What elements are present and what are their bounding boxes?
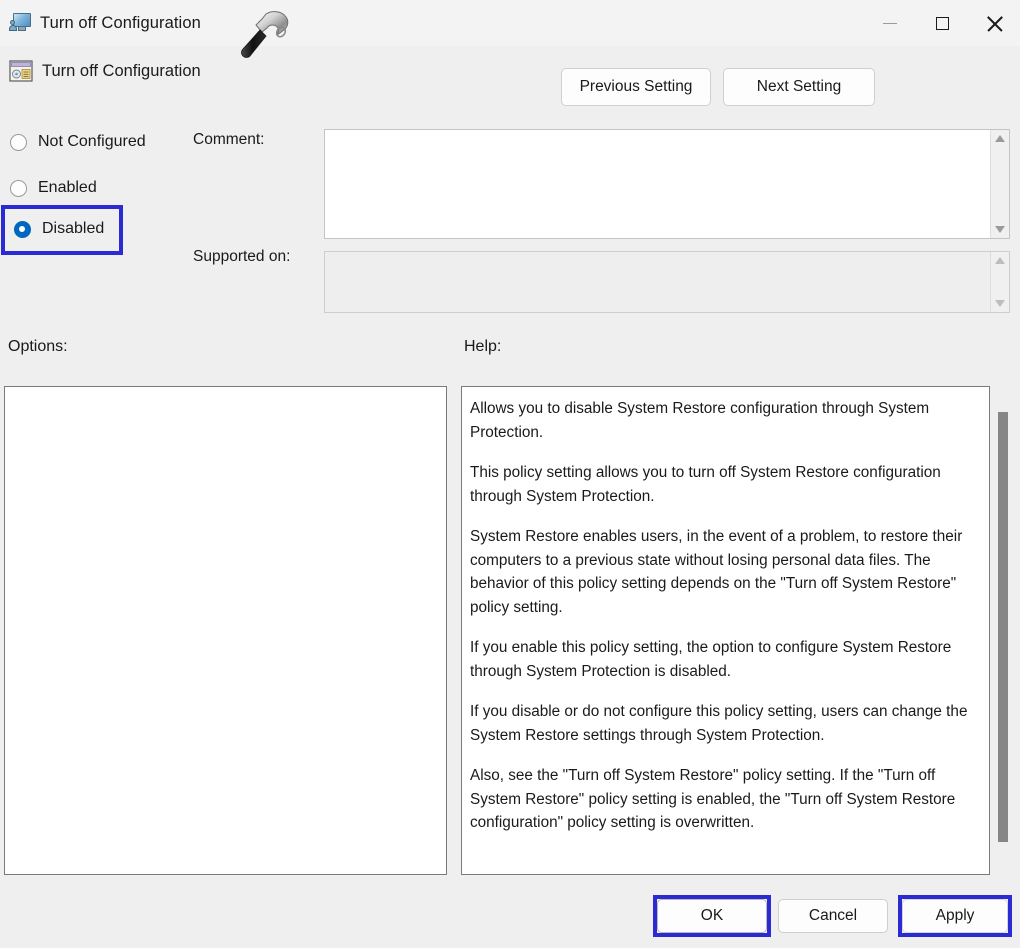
cancel-button[interactable]: Cancel — [778, 899, 888, 933]
title-bar: Turn off Configuration — [0, 0, 1020, 46]
help-text: Allows you to disable System Restore con… — [470, 397, 976, 835]
setting-title: Turn off Configuration — [42, 60, 201, 82]
radio-circle-selected-icon — [14, 221, 31, 238]
options-label: Options: — [8, 338, 68, 356]
close-icon — [986, 15, 1003, 32]
help-paragraph: This policy setting allows you to turn o… — [470, 461, 976, 508]
supported-on-label: Supported on: — [193, 248, 290, 266]
close-button[interactable] — [968, 0, 1020, 46]
help-paragraph: If you enable this policy setting, the o… — [470, 636, 976, 683]
comment-scrollbar[interactable] — [990, 130, 1009, 238]
ok-button[interactable]: OK — [657, 899, 767, 933]
options-pane[interactable] — [4, 386, 447, 875]
window-controls — [864, 0, 1020, 46]
help-paragraph: Also, see the "Turn off System Restore" … — [470, 764, 976, 835]
scroll-down-icon[interactable] — [995, 226, 1005, 233]
setting-header: Turn off Configuration Previous Setting … — [0, 46, 1020, 110]
supported-on-scrollbar — [990, 252, 1009, 312]
radio-circle-icon — [10, 180, 27, 197]
comment-label: Comment: — [193, 131, 265, 149]
computer-user-policy-icon — [9, 13, 31, 33]
supported-on-value — [325, 252, 990, 312]
window-title: Turn off Configuration — [40, 14, 201, 33]
help-paragraph: If you disable or do not configure this … — [470, 700, 976, 747]
radio-not-configured[interactable]: Not Configured — [10, 129, 146, 155]
radio-label: Disabled — [42, 220, 104, 238]
scroll-up-icon[interactable] — [995, 135, 1005, 142]
policy-setting-dialog: Turn off Configuration — [0, 0, 1020, 948]
maximize-icon — [936, 17, 949, 30]
maximize-button[interactable] — [916, 0, 968, 46]
comment-input[interactable] — [325, 130, 990, 238]
help-scrollbar[interactable] — [996, 386, 1010, 875]
radio-disabled[interactable]: Disabled — [14, 216, 104, 242]
radio-label: Enabled — [38, 179, 97, 197]
next-setting-button[interactable]: Next Setting — [723, 68, 875, 106]
minimize-button[interactable] — [864, 0, 916, 46]
help-label: Help: — [464, 338, 501, 356]
scroll-down-icon — [995, 300, 1005, 307]
radio-label: Not Configured — [38, 133, 146, 151]
supported-on-box — [324, 251, 1010, 313]
radio-circle-icon — [10, 134, 27, 151]
previous-setting-button[interactable]: Previous Setting — [561, 68, 711, 106]
radio-enabled[interactable]: Enabled — [10, 175, 97, 201]
minimize-icon — [883, 23, 897, 24]
scroll-up-icon — [995, 257, 1005, 264]
help-paragraph: Allows you to disable System Restore con… — [470, 397, 976, 444]
policy-setting-icon — [9, 60, 33, 82]
help-pane: Allows you to disable System Restore con… — [461, 386, 990, 875]
apply-button[interactable]: Apply — [902, 899, 1008, 933]
help-paragraph: System Restore enables users, in the eve… — [470, 525, 976, 619]
help-scrollbar-thumb[interactable] — [998, 412, 1008, 842]
comment-box[interactable] — [324, 129, 1010, 239]
